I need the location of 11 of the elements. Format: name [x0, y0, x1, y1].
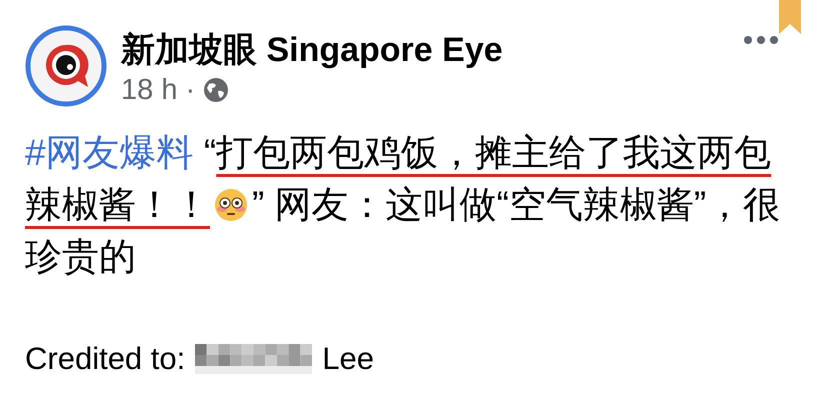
credit-label: Credited to:: [25, 340, 186, 378]
post-time[interactable]: 18 h: [121, 75, 178, 105]
hashtag-link[interactable]: #网友爆料: [25, 132, 194, 173]
more-options-icon[interactable]: [743, 35, 779, 45]
globe-icon: [203, 77, 230, 103]
avatar-logo[interactable]: [25, 25, 107, 107]
flushed-face-icon: [214, 188, 248, 222]
post-text: #网友爆料 “打包两包鸡饭，摊主给了我这两包辣椒酱！！ ” 网友：这叫做“空气辣椒酱”，很珍贵的: [25, 131, 782, 279]
page-name[interactable]: 新加坡眼 Singapore Eye: [121, 31, 503, 69]
credited-name: Lee: [322, 340, 374, 378]
separator: ·: [185, 75, 196, 105]
